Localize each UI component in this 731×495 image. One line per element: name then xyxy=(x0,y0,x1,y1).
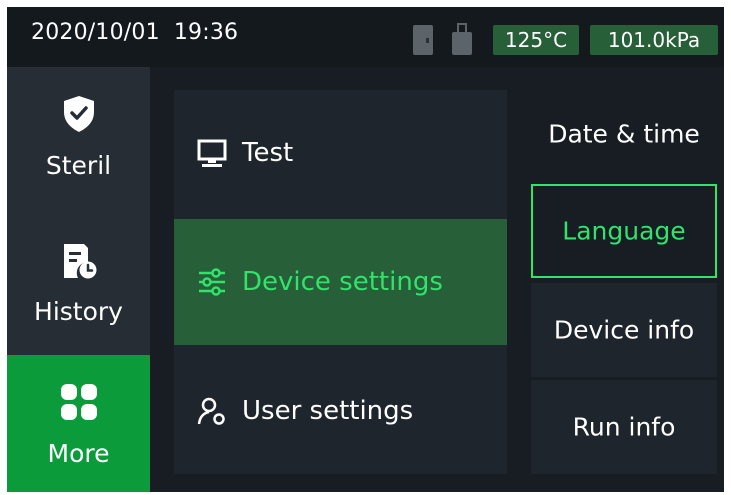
nav-item-history[interactable]: History xyxy=(7,209,150,351)
nav-label-more: More xyxy=(47,439,110,468)
status-date: 2020/10/01 xyxy=(31,20,160,45)
usb-icon xyxy=(452,23,472,55)
nav-item-more[interactable]: More xyxy=(7,355,150,492)
menu-item-device-settings[interactable]: Device settings xyxy=(174,219,507,345)
sidebar-nav: Steril History More xyxy=(7,67,150,492)
submenu-run-info[interactable]: Run info xyxy=(531,380,717,474)
menu-label-device-settings: Device settings xyxy=(242,267,443,297)
shield-check-icon xyxy=(63,96,94,132)
nav-label-steril: Steril xyxy=(45,151,112,180)
sliders-icon xyxy=(199,268,225,296)
monitor-icon xyxy=(197,139,227,167)
door-icon xyxy=(413,25,433,55)
submenu-language[interactable]: Language xyxy=(531,184,717,278)
user-gear-icon xyxy=(197,397,225,425)
menu-label-test: Test xyxy=(242,138,294,168)
history-doc-icon xyxy=(63,244,96,279)
nav-item-steril[interactable]: Steril xyxy=(7,67,150,209)
menu-label-user-settings: User settings xyxy=(242,396,414,426)
datetime: 2020/10/01 19:36 xyxy=(31,20,238,45)
temperature-badge: 125°C xyxy=(493,25,579,55)
menu-item-user-settings[interactable]: User settings xyxy=(174,348,507,474)
menu-item-test[interactable]: Test xyxy=(174,90,507,216)
status-time: 19:36 xyxy=(173,20,239,45)
submenu-label-date-time: Date & time xyxy=(548,119,700,149)
submenu-label-device-info: Device info xyxy=(553,315,695,345)
submenu-date-time[interactable]: Date & time xyxy=(531,87,717,181)
submenu-label-run-info: Run info xyxy=(572,412,676,442)
status-bar: 2020/10/01 19:36 125°C 101.0kPa xyxy=(7,7,724,67)
nav-label-history: History xyxy=(34,297,123,326)
grid-icon xyxy=(60,384,97,420)
submenu-device-info[interactable]: Device info xyxy=(531,283,717,377)
settings-menu: Test Device settings User settings xyxy=(174,90,507,474)
pressure-badge: 101.0kPa xyxy=(590,25,718,55)
device-screen: 2020/10/01 19:36 125°C 101.0kPa Steril H… xyxy=(7,7,724,492)
submenu-label-language: Language xyxy=(562,216,686,246)
